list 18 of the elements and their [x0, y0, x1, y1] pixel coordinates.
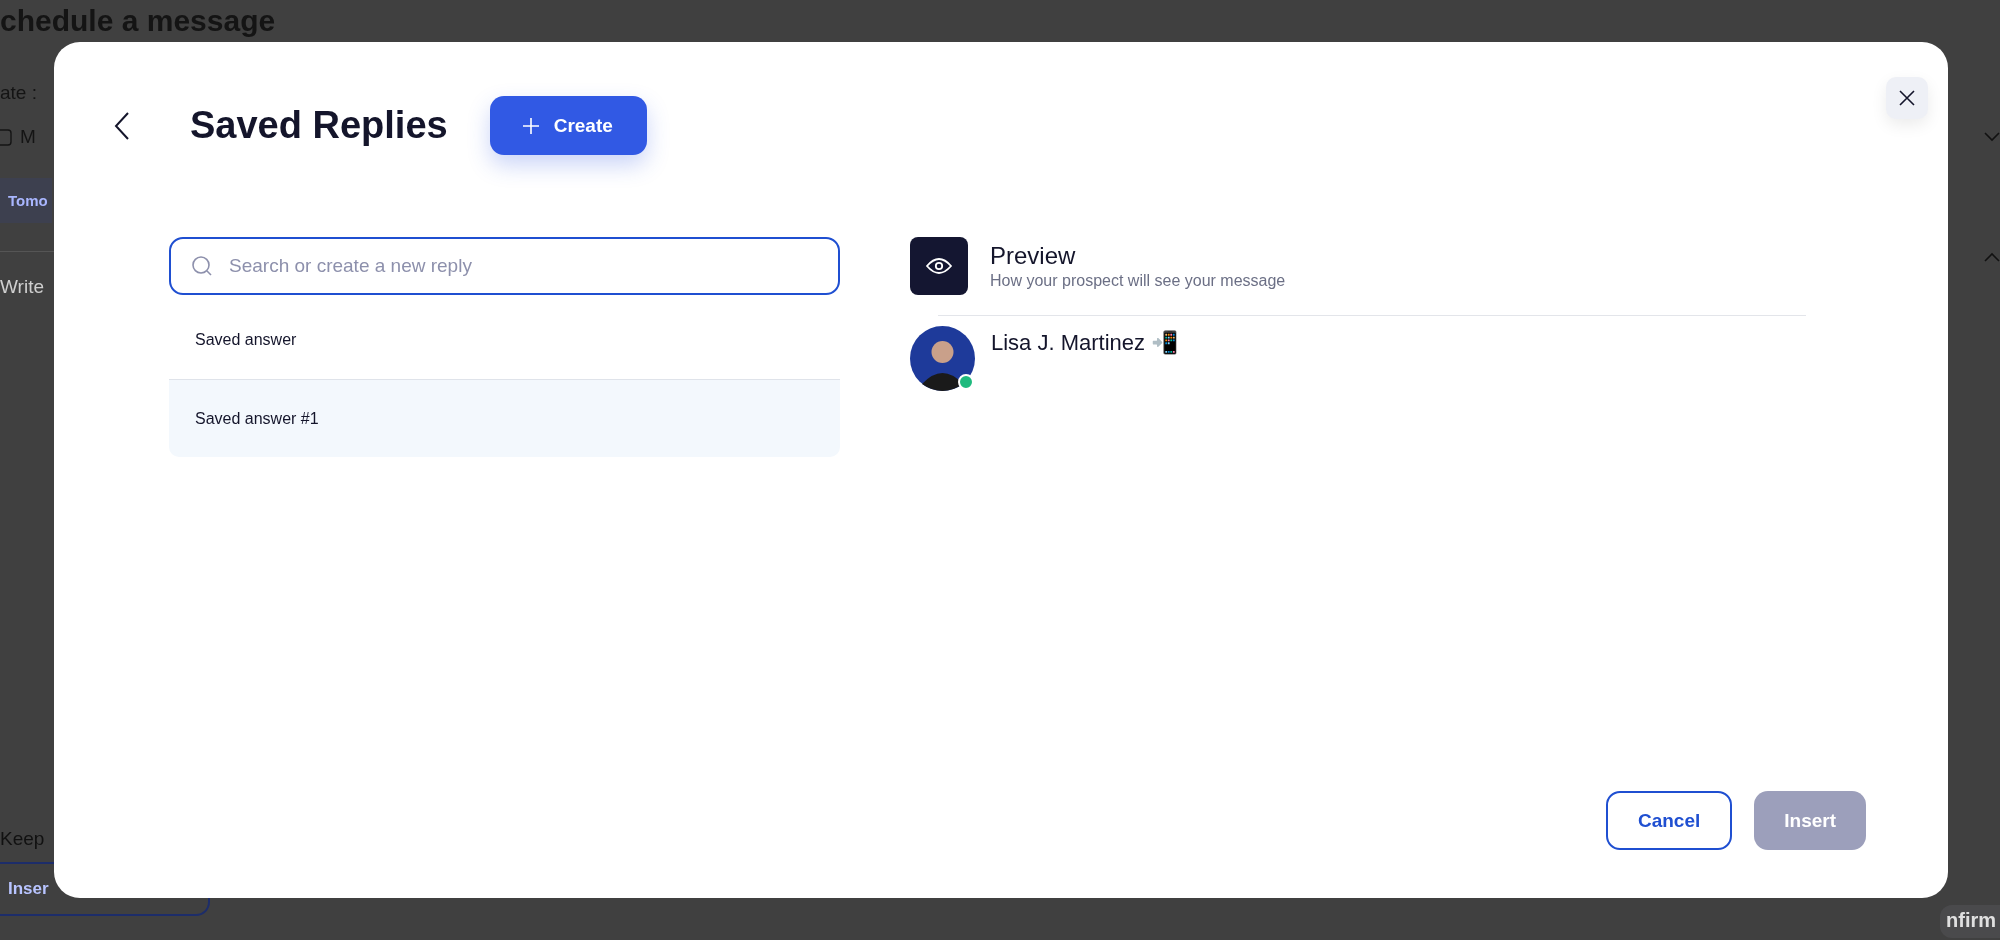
- contact-name: Lisa J. Martinez 📲: [991, 330, 1179, 357]
- eye-icon: [910, 237, 968, 295]
- cancel-button[interactable]: Cancel: [1605, 791, 1733, 850]
- confirm-button[interactable]: nfirm: [1940, 905, 2000, 938]
- search-field[interactable]: Search or create a new reply: [169, 237, 840, 295]
- create-button[interactable]: Create: [489, 96, 647, 155]
- avatar: [910, 326, 975, 391]
- back-icon[interactable]: [114, 111, 130, 140]
- plus-icon: [521, 116, 540, 135]
- preview-title: Preview: [990, 242, 1077, 270]
- close-icon: [1898, 88, 1916, 107]
- dialog-title: Saved Replies: [190, 104, 448, 147]
- reply-item[interactable]: Saved answer: [169, 301, 840, 379]
- day-chip[interactable]: Tomo: [0, 178, 52, 223]
- search-icon: [191, 255, 213, 277]
- close-button[interactable]: [1886, 76, 1928, 119]
- reply-item[interactable]: Saved answer #1: [169, 379, 840, 457]
- preview-subtitle: How your prospect will see your message: [990, 272, 1286, 290]
